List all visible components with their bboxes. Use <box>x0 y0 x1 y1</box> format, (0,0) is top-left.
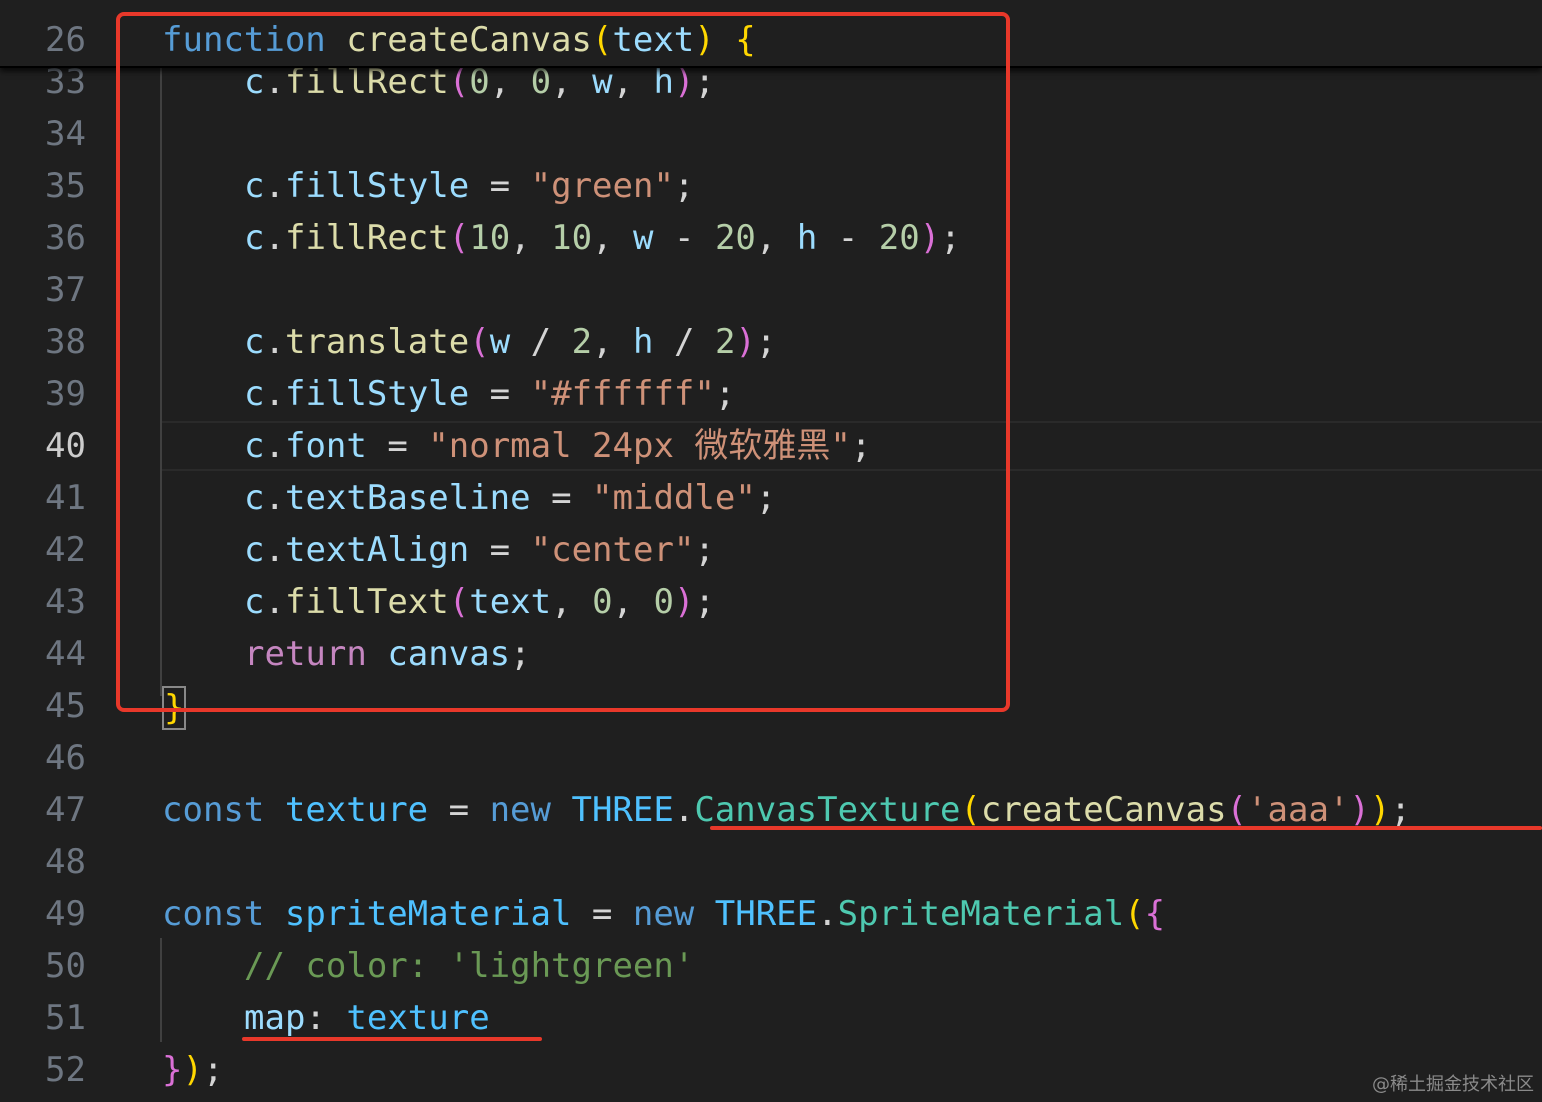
token: = <box>571 894 633 934</box>
code-line[interactable]: 46 <box>0 732 1542 784</box>
token: } <box>162 1050 183 1090</box>
token: 'aaa' <box>1247 790 1350 830</box>
token: const <box>162 790 265 830</box>
line-number: 49 <box>45 894 86 934</box>
line-number: 50 <box>45 946 86 986</box>
code-text[interactable]: }); <box>162 1044 223 1096</box>
token: ) <box>182 1050 203 1090</box>
token: { <box>1144 894 1166 934</box>
line-number: 37 <box>45 270 86 310</box>
token: . <box>817 894 838 934</box>
line-number: 42 <box>45 530 86 570</box>
comment: // color: 'lightgreen' <box>244 946 695 986</box>
token: = <box>428 790 490 830</box>
line-number: 34 <box>45 114 86 154</box>
token: ; <box>1390 790 1411 830</box>
line-number: 48 <box>45 842 86 882</box>
line-number: 51 <box>45 998 86 1038</box>
annotation-underline <box>242 1037 542 1041</box>
line-number: 35 <box>45 166 86 206</box>
token: texture <box>284 790 429 830</box>
token: ) <box>1369 790 1391 830</box>
token: THREE <box>571 790 674 830</box>
line-number: 41 <box>45 478 86 518</box>
code-line[interactable]: 52 }); <box>0 1044 1542 1096</box>
line-number: 39 <box>45 374 86 414</box>
token: spriteMaterial <box>284 894 572 934</box>
token: . <box>673 790 695 830</box>
token: map <box>244 998 306 1038</box>
line-number: 47 <box>45 790 86 830</box>
token: ( <box>1124 894 1145 934</box>
watermark: @稀土掘金技术社区 <box>1372 1074 1534 1095</box>
token: createCanvas <box>980 790 1227 830</box>
code-text[interactable]: // color: 'lightgreen' <box>162 940 694 992</box>
line-number: 26 <box>45 20 86 60</box>
token: : <box>305 998 347 1038</box>
code-line[interactable]: 51 map: texture <box>0 992 1542 1044</box>
line-number: 44 <box>45 634 86 674</box>
line-number: 46 <box>45 738 86 778</box>
annotation-underline <box>710 826 1542 830</box>
code-text[interactable]: const spriteMaterial = new THREE.SpriteM… <box>162 888 1165 940</box>
code-line[interactable]: 48 <box>0 836 1542 888</box>
token: new <box>632 894 695 934</box>
line-number: 45 <box>45 686 86 726</box>
token: SpriteMaterial <box>837 894 1125 934</box>
line-number: 38 <box>45 322 86 362</box>
line-number: 52 <box>45 1050 86 1090</box>
token: texture <box>346 998 490 1038</box>
line-number: 36 <box>45 218 86 258</box>
annotation-highlight-box <box>116 12 1010 712</box>
token: new <box>489 790 551 830</box>
token: const <box>162 894 265 934</box>
token: ( <box>960 790 981 830</box>
line-number: 40 <box>45 426 86 466</box>
code-line[interactable]: 50 // color: 'lightgreen' <box>0 940 1542 992</box>
token: ; <box>202 1050 224 1090</box>
token: ) <box>1349 790 1370 830</box>
token: ( <box>1226 790 1248 830</box>
line-number: 43 <box>45 582 86 622</box>
code-line[interactable]: 49 const spriteMaterial = new THREE.Spri… <box>0 888 1542 940</box>
token: THREE <box>714 894 818 934</box>
token: CanvasTexture <box>694 790 961 830</box>
